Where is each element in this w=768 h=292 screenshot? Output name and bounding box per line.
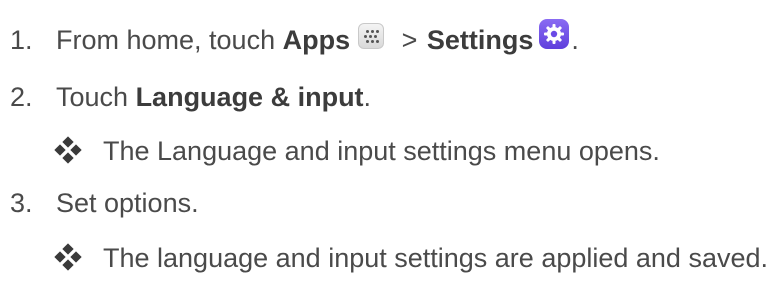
step-number: 2. (10, 81, 33, 112)
separator: > (394, 24, 425, 55)
step-text: From home, touch (56, 24, 283, 55)
result-text: The language and input settings are appl… (103, 242, 768, 273)
four-diamond-bullet-icon (54, 243, 82, 271)
step-number: 3. (10, 187, 33, 218)
settings-gear-icon (539, 19, 570, 49)
language-input-label: Language & input (135, 81, 364, 112)
step-end: . (363, 81, 372, 112)
apps-grid-icon (358, 23, 385, 49)
step-end: . (571, 24, 579, 55)
step-2: 2. Touch Language & input . (0, 77, 371, 117)
apps-label: Apps (282, 24, 351, 55)
step-number: 1. (10, 24, 33, 55)
step-text: Touch (56, 81, 136, 112)
four-diamond-bullet-icon (54, 136, 82, 164)
result-1: The Language and input settings menu ope… (0, 131, 660, 171)
step-1: 1. From home, touch Apps > Settings . (0, 19, 579, 60)
step-text: Set options. (56, 187, 199, 218)
step-3: 3. Set options. (0, 183, 199, 223)
settings-label: Settings (426, 24, 534, 55)
result-text: The Language and input settings menu ope… (103, 135, 660, 166)
result-2: The language and input settings are appl… (0, 238, 768, 278)
